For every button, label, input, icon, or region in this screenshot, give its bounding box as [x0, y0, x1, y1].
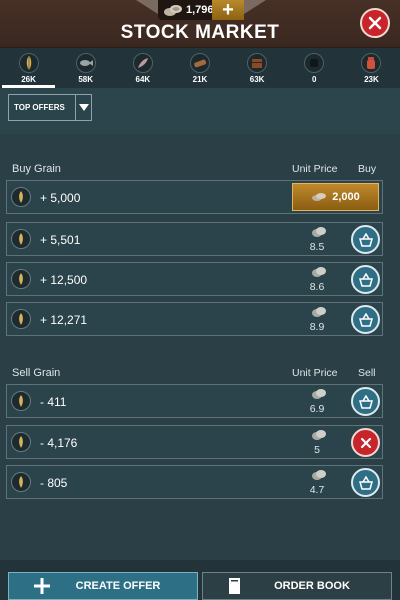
unit-price: 6.9: [309, 403, 325, 415]
offer-quantity: - 805: [40, 476, 68, 490]
basket-icon: [358, 312, 373, 327]
cancel-offer-button[interactable]: [351, 428, 380, 457]
grain-icon: [11, 472, 31, 492]
tab-dark-resource[interactable]: 0: [286, 48, 343, 88]
tab-grain[interactable]: 26K: [0, 48, 57, 88]
basket-icon: [358, 475, 373, 490]
grain-icon: [11, 391, 31, 411]
buy-header: Buy: [358, 163, 377, 175]
tab-jar[interactable]: 23K: [343, 48, 400, 88]
sell-offer-row: - 4,176 5: [6, 425, 383, 459]
gold-amount: 1,796: [186, 4, 214, 16]
buy-button[interactable]: [351, 225, 380, 254]
resource-value: 58K: [78, 74, 94, 84]
unit-price: 8.6: [309, 281, 325, 293]
sell-section-title: Sell Grain: [12, 367, 61, 379]
close-icon: [360, 437, 371, 448]
jar-icon: [361, 52, 382, 73]
buy-offer-row: + 5,501 8.5: [6, 222, 383, 256]
coins-icon: [164, 5, 182, 16]
feather-icon: [132, 52, 153, 73]
chest-icon: [247, 52, 268, 73]
grain-icon: [11, 269, 31, 289]
tab-fish[interactable]: 58K: [57, 48, 114, 88]
buy-button[interactable]: [351, 305, 380, 334]
resource-value: 26K: [21, 74, 36, 84]
silver-coins-icon: [312, 389, 326, 399]
grain-icon: [11, 187, 31, 207]
offers-filter-dropdown[interactable]: TOP OFFERS: [8, 94, 92, 121]
basket-icon: [358, 232, 373, 247]
sell-offer-row: - 411 6.9: [6, 384, 383, 418]
silver-coins-icon: [312, 267, 326, 277]
buy-section-title: Buy Grain: [12, 163, 61, 175]
resource-value: 21K: [192, 74, 208, 84]
close-button[interactable]: [360, 8, 390, 38]
header-bar: 1,796 + STOCK MARKET: [0, 0, 400, 48]
unit-price-header: Unit Price: [292, 163, 338, 175]
gold-price: 2,000: [332, 191, 360, 203]
offer-quantity: + 5,000: [40, 191, 81, 205]
filter-selected-label: TOP OFFERS: [14, 103, 65, 112]
close-icon: [368, 16, 382, 30]
page-title: STOCK MARKET: [120, 22, 280, 43]
wing-left-decoration: [136, 0, 158, 14]
add-gold-button[interactable]: +: [212, 0, 244, 20]
dark-resource-icon: [304, 52, 325, 73]
wood-icon: [189, 52, 210, 73]
basket-icon: [358, 272, 373, 287]
unit-price: 8.9: [309, 321, 325, 333]
resource-value: 64K: [135, 74, 151, 84]
footer-bar: CREATE OFFER ORDER BOOK: [0, 560, 400, 600]
resource-value: 23K: [364, 74, 379, 84]
buy-offer-row: + 12,500 8.6: [6, 262, 383, 296]
offer-quantity: - 411: [40, 395, 67, 409]
tab-chest[interactable]: 63K: [229, 48, 286, 88]
resource-value: 63K: [249, 74, 265, 84]
offer-quantity: + 12,271: [40, 313, 88, 327]
wing-right-decoration: [244, 0, 266, 14]
grain-icon: [11, 432, 31, 452]
silver-coins-icon: [312, 470, 326, 480]
offer-quantity: + 5,501: [40, 233, 81, 247]
create-offer-label: CREATE OFFER: [75, 580, 161, 592]
unit-price-header: Unit Price: [292, 367, 338, 379]
buy-offer-row: + 12,271 8.9: [6, 302, 383, 336]
grain-icon: [11, 309, 31, 329]
unit-price: 5: [314, 444, 320, 456]
grain-icon: [18, 52, 39, 73]
buy-with-gold-button[interactable]: 2,000: [292, 183, 379, 211]
offer-quantity: + 12,500: [40, 273, 88, 287]
grain-icon: [11, 229, 31, 249]
sell-section-header: Sell Grain Unit Price Sell: [0, 367, 400, 383]
create-offer-button[interactable]: CREATE OFFER: [8, 572, 198, 600]
buy-button[interactable]: [351, 265, 380, 294]
silver-coins-icon: [312, 430, 326, 440]
unit-price: 4.7: [309, 484, 325, 496]
resource-tabs: 26K 58K 64K 21K 63K 0 23K: [0, 48, 400, 88]
tab-feather[interactable]: 64K: [114, 48, 171, 88]
fish-icon: [75, 52, 96, 73]
resource-value: 0: [312, 74, 317, 84]
unit-price: 8.5: [309, 241, 325, 253]
sell-header: Sell: [358, 367, 376, 379]
order-book-label: ORDER BOOK: [274, 580, 350, 592]
filter-row: TOP OFFERS: [0, 88, 400, 134]
sell-button[interactable]: [351, 387, 380, 416]
silver-coins-icon: [312, 307, 326, 317]
tab-wood[interactable]: 21K: [171, 48, 228, 88]
coins-icon: [312, 193, 327, 201]
offer-quantity: - 4,176: [40, 436, 78, 450]
buy-section-header: Buy Grain Unit Price Buy: [0, 163, 400, 179]
chevron-down-icon: [75, 95, 91, 120]
sell-offer-row: - 805 4.7: [6, 465, 383, 499]
buy-offer-row: + 5,000 2,000: [6, 180, 383, 214]
silver-coins-icon: [312, 227, 326, 237]
sell-button[interactable]: [351, 468, 380, 497]
basket-icon: [358, 394, 373, 409]
order-book-button[interactable]: ORDER BOOK: [202, 572, 392, 600]
gold-counter: 1,796 +: [158, 0, 244, 20]
